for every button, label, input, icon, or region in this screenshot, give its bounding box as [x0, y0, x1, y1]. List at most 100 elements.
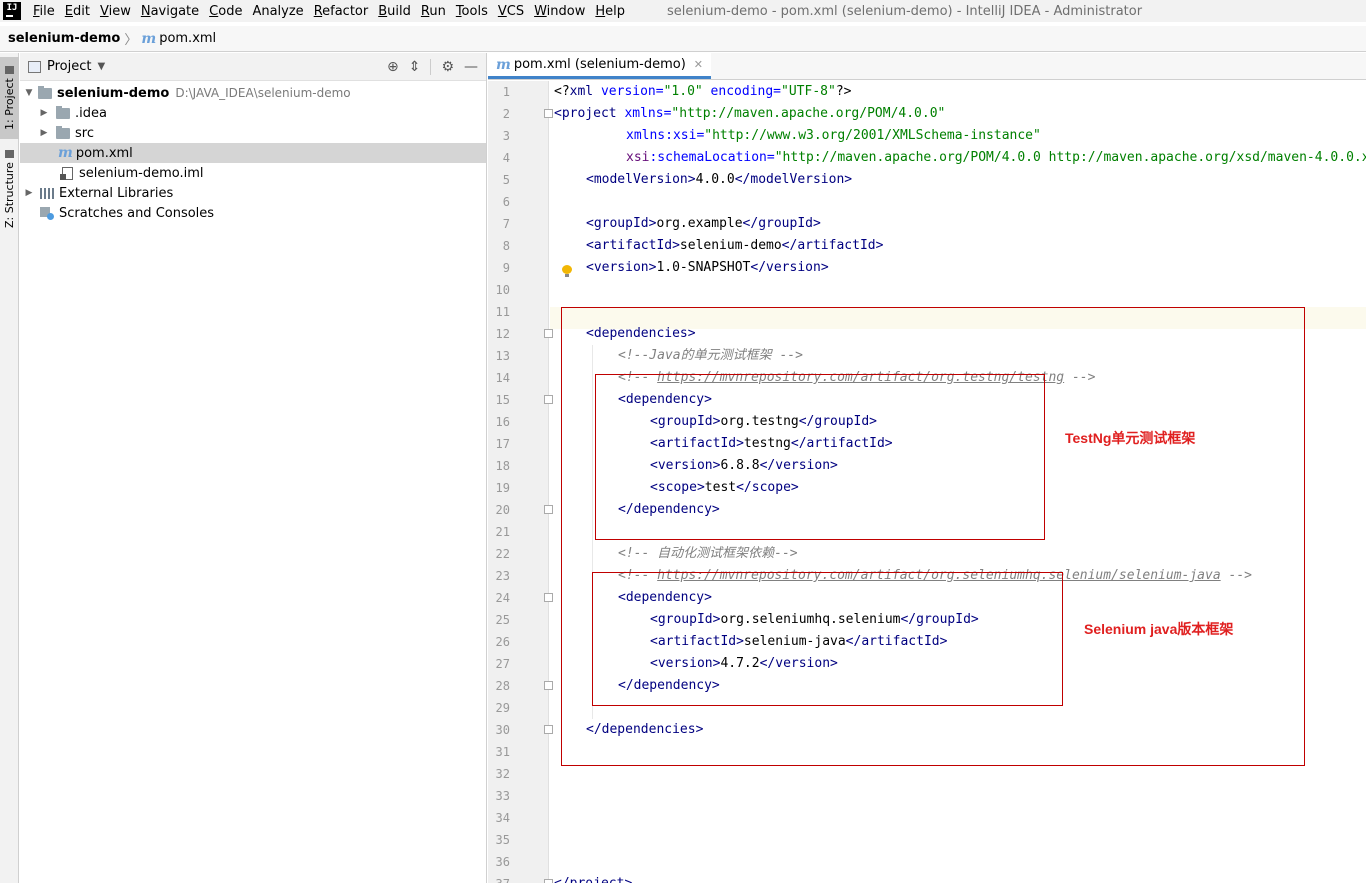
fold-icon[interactable] — [544, 879, 553, 883]
collapse-all-icon[interactable]: ⇕ — [409, 59, 421, 75]
close-icon[interactable]: ✕ — [694, 58, 703, 71]
structure-icon — [5, 150, 14, 159]
fold-icon[interactable] — [544, 395, 553, 404]
menu-edit[interactable]: Edit — [61, 4, 94, 19]
tree-item-iml[interactable]: selenium-demo.iml — [20, 163, 486, 183]
menu-label: CS — [506, 3, 525, 19]
token: :schemaLocation= — [649, 150, 775, 165]
token: xmlns — [626, 128, 666, 143]
tree-item-label: External Libraries — [59, 185, 174, 201]
menu-file[interactable]: File — [29, 4, 59, 19]
menu-refactor[interactable]: Refactor — [310, 4, 373, 19]
line-number: 30 — [495, 723, 510, 737]
editor-gutter: 1 2 3 4 5 6 7 8 9 10 11 12 13 14 15 16 1… — [488, 81, 553, 883]
menu-mnemonic: R — [313, 3, 323, 19]
line-number: 23 — [495, 569, 510, 583]
menu-code[interactable]: Code — [205, 4, 246, 19]
line-number: 17 — [495, 437, 510, 451]
fold-icon[interactable] — [544, 109, 553, 118]
tree-item-label: selenium-demo — [57, 85, 170, 101]
menu-label: elp — [605, 3, 626, 19]
maven-file-icon: m — [496, 56, 511, 73]
token: <modelVersion> — [586, 172, 696, 187]
tab-label: pom.xml (selenium-demo) — [513, 57, 686, 72]
menu-bar: IJ File Edit View Navigate Code Analyze … — [0, 0, 1366, 22]
token: "http://maven.apache.org/POM/4.0.0 http:… — [774, 150, 1366, 165]
toolbar-divider — [430, 58, 432, 75]
menu-help[interactable]: Help — [591, 4, 629, 19]
menu-label: ode — [218, 3, 243, 19]
tool-tab-project[interactable]: 1: Project — [0, 57, 19, 139]
chevron-right-icon[interactable]: ▶ — [38, 128, 50, 138]
line-number: 35 — [495, 833, 510, 847]
library-icon — [40, 187, 54, 199]
menu-build[interactable]: Build — [374, 4, 415, 19]
tree-item-external-libraries[interactable]: ▶ External Libraries — [20, 183, 486, 203]
annotation-box-selenium — [592, 572, 1063, 706]
tree-item-root[interactable]: ▼ selenium-demo D:\JAVA_IDEA\selenium-de… — [20, 83, 486, 103]
token: <groupId> — [586, 216, 657, 231]
tree-item-src[interactable]: ▶ src — [20, 123, 486, 143]
chevron-right-icon: 〉 — [124, 33, 138, 48]
fold-icon[interactable] — [544, 329, 553, 338]
fold-icon[interactable] — [544, 725, 553, 734]
menu-mnemonic: W — [534, 3, 547, 19]
token: 4.0.0 — [695, 172, 735, 187]
panel-toolbar: ⊕ ⇕ ⚙ — — [387, 58, 486, 75]
line-number: 1 — [502, 85, 510, 99]
line-number: 7 — [502, 217, 510, 231]
tool-window-strip: 1: Project Z: Structure — [0, 53, 19, 883]
line-number: 29 — [495, 701, 510, 715]
project-panel: Project ▼ ⊕ ⇕ ⚙ — ▼ selenium-demo D:\JAV… — [20, 53, 487, 883]
menu-analyze[interactable]: Analyze — [248, 4, 307, 19]
menu-run[interactable]: Run — [417, 4, 450, 19]
tree-item-label: pom.xml — [75, 145, 133, 161]
code-line-37: </project> — [554, 873, 632, 883]
panel-title[interactable]: Project — [47, 59, 91, 74]
menu-navigate[interactable]: Navigate — [137, 4, 203, 19]
window-title: selenium-demo - pom.xml (selenium-demo) … — [667, 3, 1143, 19]
code-line-1: <?xml version="1.0" encoding="UTF-8"?> — [554, 81, 851, 103]
line-number: 31 — [495, 745, 510, 759]
breadcrumb-project[interactable]: selenium-demo — [8, 31, 120, 46]
fold-icon[interactable] — [544, 505, 553, 514]
menu-label: ools — [461, 3, 488, 19]
tree-item-pom[interactable]: m pom.xml — [20, 143, 486, 163]
chevron-down-icon[interactable]: ▼ — [97, 61, 105, 72]
fold-icon[interactable] — [544, 681, 553, 690]
fold-icon[interactable] — [544, 593, 553, 602]
line-number: 25 — [495, 613, 510, 627]
lightbulb-icon[interactable] — [562, 265, 572, 277]
line-number: 28 — [495, 679, 510, 693]
gear-icon[interactable]: ⚙ — [441, 59, 454, 75]
menu-vcs[interactable]: VCS — [494, 4, 528, 19]
minimize-icon[interactable]: — — [464, 59, 478, 75]
chevron-right-icon[interactable]: ▶ — [23, 188, 35, 198]
tree-item-scratches[interactable]: Scratches and Consoles — [20, 203, 486, 223]
line-number: 24 — [495, 591, 510, 605]
panel-header: Project ▼ ⊕ ⇕ ⚙ — — [20, 53, 486, 81]
tool-tab-structure[interactable]: Z: Structure — [0, 149, 19, 229]
menu-mnemonic: H — [595, 3, 606, 19]
line-number: 26 — [495, 635, 510, 649]
token: encoding= — [702, 84, 782, 99]
chevron-right-icon[interactable]: ▶ — [38, 108, 50, 118]
line-number: 14 — [495, 371, 510, 385]
code-line-2: <project xmlns="http://maven.apache.org/… — [554, 103, 945, 125]
line-number: 11 — [495, 305, 510, 319]
editor-tab-pom[interactable]: m pom.xml (selenium-demo) ✕ — [488, 53, 711, 79]
tree-item-path: D:\JAVA_IDEA\selenium-demo — [175, 86, 351, 100]
line-number: 32 — [495, 767, 510, 781]
line-number: 2 — [502, 107, 510, 121]
token: org.example — [656, 216, 743, 231]
menu-view[interactable]: View — [96, 4, 135, 19]
locate-icon[interactable]: ⊕ — [387, 59, 399, 75]
breadcrumb-file[interactable]: pom.xml — [159, 31, 216, 46]
token: :xsi= — [665, 128, 705, 143]
tool-tab-label: 1: Project — [3, 78, 16, 130]
tree-item-idea[interactable]: ▶ .idea — [20, 103, 486, 123]
intellij-logo-icon: IJ — [3, 2, 21, 20]
chevron-down-icon[interactable]: ▼ — [23, 88, 35, 98]
menu-tools[interactable]: Tools — [452, 4, 492, 19]
menu-window[interactable]: Window — [530, 4, 589, 19]
